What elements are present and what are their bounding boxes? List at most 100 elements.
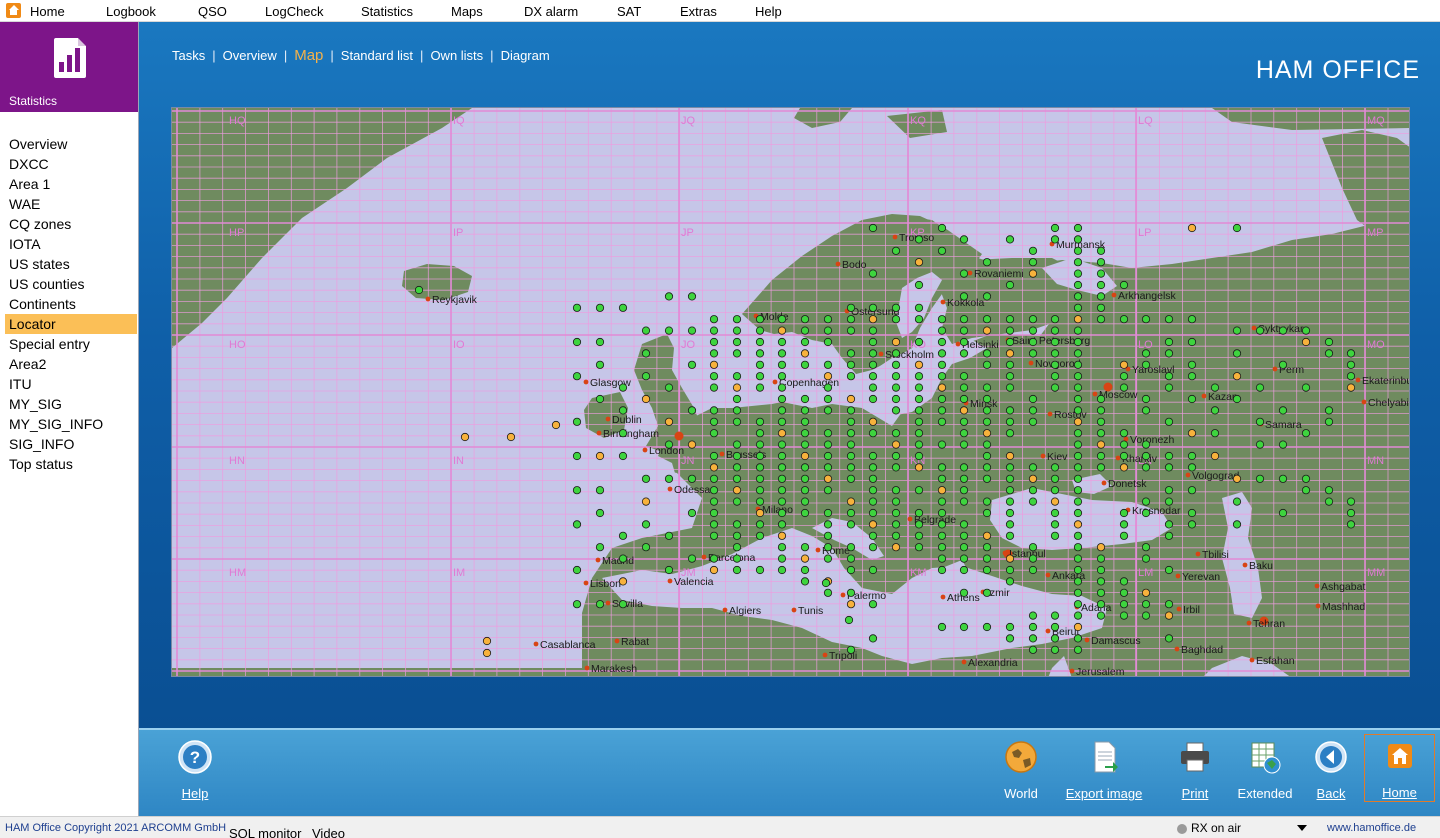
- menu-logbook[interactable]: Logbook: [106, 4, 156, 19]
- export-image-button[interactable]: Export image: [1061, 738, 1147, 810]
- qso-marker-confirmed: [800, 543, 810, 552]
- sidebar-item-us-states[interactable]: US states: [5, 254, 137, 274]
- field-label: HP: [229, 227, 244, 239]
- printer-icon: [1181, 742, 1209, 772]
- qso-marker-worked: [595, 451, 605, 461]
- qso-marker-confirmed: [595, 394, 605, 404]
- city-label: Irbil: [1183, 604, 1200, 616]
- qso-marker-confirmed: [959, 486, 969, 495]
- qso-marker-confirmed: [1278, 406, 1288, 415]
- world-button[interactable]: World: [997, 738, 1045, 810]
- menu-home[interactable]: Home: [30, 4, 65, 19]
- menu-logcheck[interactable]: LogCheck: [265, 4, 324, 19]
- qso-marker-confirmed: [1005, 429, 1015, 438]
- sidebar-item-special-entry[interactable]: Special entry: [5, 334, 137, 354]
- menu-extras[interactable]: Extras: [680, 4, 717, 19]
- qso-marker-confirmed: [1096, 429, 1106, 438]
- qso-marker-confirmed: [823, 520, 833, 529]
- tab-overview[interactable]: Overview: [223, 48, 277, 63]
- tab-diagram[interactable]: Diagram: [501, 48, 550, 63]
- menu-statistics[interactable]: Statistics: [361, 4, 413, 19]
- menu-dx-alarm[interactable]: DX alarm: [524, 4, 578, 19]
- qso-marker-confirmed: [664, 383, 674, 392]
- qso-marker-confirmed: [937, 440, 947, 449]
- qso-marker-confirmed: [914, 429, 924, 438]
- menu-qso[interactable]: QSO: [198, 4, 227, 19]
- tab-tasks[interactable]: Tasks: [172, 48, 205, 63]
- chevron-down-icon[interactable]: [1297, 825, 1307, 831]
- home-icon[interactable]: [6, 3, 21, 18]
- qso-marker-confirmed: [891, 303, 901, 312]
- qso-marker-confirmed: [982, 588, 992, 597]
- qso-marker-confirmed: [1005, 497, 1015, 506]
- sidebar-item-area-1[interactable]: Area 1: [5, 174, 137, 194]
- qso-marker-confirmed: [618, 303, 628, 312]
- qso-marker-confirmed: [1005, 383, 1015, 392]
- qso-marker-confirmed: [1028, 554, 1038, 563]
- qso-marker-confirmed: [959, 292, 969, 301]
- qso-marker-confirmed: [595, 486, 605, 495]
- sidebar-item-top-status[interactable]: Top status: [5, 454, 137, 474]
- tab-map[interactable]: Map: [294, 47, 323, 64]
- city-label: Adana: [1081, 602, 1112, 614]
- city-marker: [701, 554, 707, 560]
- sidebar-item-locator[interactable]: Locator: [5, 314, 137, 334]
- qso-marker-confirmed: [641, 543, 651, 552]
- extended-button[interactable]: Extended: [1233, 738, 1297, 810]
- qso-marker-confirmed: [1255, 326, 1265, 335]
- sidebar-item-dxcc[interactable]: DXCC: [5, 154, 137, 174]
- sidebar-item-my-sig-info[interactable]: MY_SIG_INFO: [5, 414, 137, 434]
- qso-marker-confirmed: [800, 360, 810, 369]
- sidebar-item-cq-zones[interactable]: CQ zones: [5, 214, 137, 234]
- field-label: LP: [1138, 227, 1151, 239]
- sidebar-item-sig-info[interactable]: SIG_INFO: [5, 434, 137, 454]
- map-canvas[interactable]: HQIQJQKQLQMQHPIPJPKPLPMPHOIOJOKOLOMOHNIN…: [172, 108, 1410, 677]
- tab-standard-list[interactable]: Standard list: [341, 48, 413, 63]
- qso-marker-confirmed: [777, 543, 787, 552]
- qso-marker-confirmed: [709, 497, 719, 506]
- qso-marker-confirmed: [846, 554, 856, 563]
- back-button[interactable]: Back: [1311, 738, 1351, 810]
- qso-marker-confirmed: [959, 349, 969, 358]
- qso-marker-confirmed: [1073, 349, 1083, 358]
- qso-marker-confirmed: [1005, 280, 1015, 290]
- menu-help[interactable]: Help: [755, 4, 782, 19]
- menu-maps[interactable]: Maps: [451, 4, 483, 19]
- help-button[interactable]: ? Help: [173, 738, 217, 810]
- sidebar-item-itu[interactable]: ITU: [5, 374, 137, 394]
- qso-marker-confirmed: [1255, 417, 1265, 426]
- qso-marker-outlier: [482, 648, 492, 658]
- print-button[interactable]: Print: [1175, 738, 1215, 810]
- qso-marker-confirmed: [572, 303, 582, 312]
- tab-own-lists[interactable]: Own lists: [430, 48, 483, 63]
- sidebar-item-continents[interactable]: Continents: [5, 294, 137, 314]
- qso-marker-confirmed: [823, 508, 833, 518]
- qso-marker-outlier: [414, 285, 424, 295]
- qso-marker-confirmed: [732, 497, 742, 506]
- city-label: Madrid: [602, 555, 634, 567]
- sidebar-item-iota[interactable]: IOTA: [5, 234, 137, 254]
- qso-marker-confirmed: [755, 520, 765, 529]
- sidebar-item-my-sig[interactable]: MY_SIG: [5, 394, 137, 414]
- qso-marker-confirmed: [1073, 440, 1083, 449]
- locator-map[interactable]: HQIQJQKQLQMQHPIPJPKPLPMPHOIOJOKOLOMOHNIN…: [171, 107, 1410, 677]
- sidebar-item-overview[interactable]: Overview: [5, 134, 137, 154]
- qso-marker-confirmed: [664, 565, 674, 575]
- home-button[interactable]: Home: [1364, 734, 1435, 802]
- qso-marker-confirmed: [982, 349, 992, 358]
- qso-marker-confirmed: [1028, 246, 1038, 255]
- qso-marker-confirmed: [800, 417, 810, 426]
- sql-monitor-link[interactable]: SQL monitor: [229, 826, 302, 838]
- sidebar-item-wae[interactable]: WAE: [5, 194, 137, 214]
- city-marker: [1195, 551, 1201, 557]
- menu-sat[interactable]: SAT: [617, 4, 641, 19]
- sidebar-item-us-counties[interactable]: US counties: [5, 274, 137, 294]
- city-marker: [1314, 583, 1320, 589]
- qso-marker-confirmed: [572, 486, 582, 495]
- video-link[interactable]: Video: [312, 826, 345, 838]
- website-link[interactable]: www.hamoffice.de: [1327, 822, 1416, 834]
- sidebar-item-area2[interactable]: Area2: [5, 354, 137, 374]
- qso-marker-confirmed: [868, 600, 878, 609]
- city-label: Baku: [1249, 560, 1273, 572]
- qso-marker-confirmed: [959, 543, 969, 552]
